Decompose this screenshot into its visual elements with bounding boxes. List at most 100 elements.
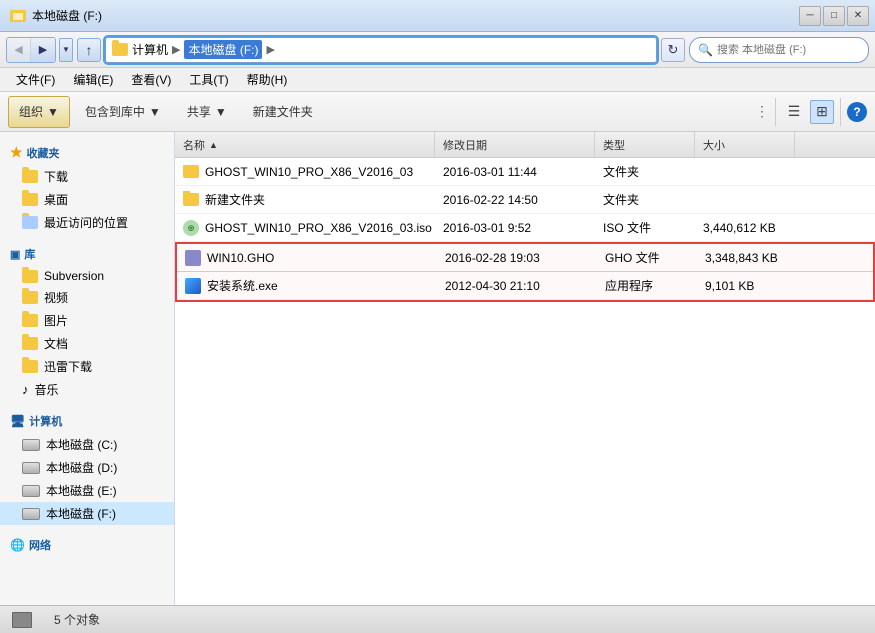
file-date-cell: 2016-03-01 9:52 (435, 221, 595, 235)
star-icon: ★ (10, 144, 23, 161)
file-name-cell: GHOST_WIN10_PRO_X86_V2016_03 (175, 165, 435, 179)
title-bar: 本地磁盘 (F:) ─ □ ✕ (0, 0, 875, 32)
organize-button[interactable]: 组织 ▼ (8, 96, 70, 128)
computer-icon (112, 43, 128, 56)
share-label: 共享 (187, 103, 211, 120)
file-size-cell: 3,348,843 KB (697, 251, 797, 265)
share-button[interactable]: 共享 ▼ (176, 96, 238, 128)
sidebar-item-download[interactable]: 下载 (0, 165, 174, 188)
file-size-cell: 9,101 KB (697, 279, 797, 293)
menu-view[interactable]: 查看(V) (123, 69, 179, 90)
file-name-cell: WIN10.GHO (177, 250, 437, 266)
sidebar-item-thunder[interactable]: 迅雷下载 (0, 355, 174, 378)
file-type-cell: GHO 文件 (597, 249, 697, 266)
minimize-button[interactable]: ─ (799, 6, 821, 26)
menu-file[interactable]: 文件(F) (8, 69, 63, 90)
view-detail-button[interactable]: ⊞ (810, 100, 834, 124)
file-type-cell: 文件夹 (595, 163, 695, 180)
organize-label: 组织 (19, 103, 43, 120)
sidebar-item-drive-f[interactable]: 本地磁盘 (F:) (0, 502, 174, 525)
sidebar-item-video[interactable]: 视频 (0, 286, 174, 309)
table-row[interactable]: GHOST_WIN10_PRO_X86_V2016_03 2016-03-01 … (175, 158, 875, 186)
folder-icon (22, 270, 38, 283)
sidebar-item-drive-c[interactable]: 本地磁盘 (C:) (0, 433, 174, 456)
menu-tools[interactable]: 工具(T) (181, 69, 236, 90)
computer-icon-sm: 🖥 (10, 414, 25, 428)
menu-edit[interactable]: 编辑(E) (65, 69, 121, 90)
forward-button[interactable]: ▶ (31, 38, 55, 62)
path-separator-1: ▶ (172, 43, 180, 56)
file-date-cell: 2016-03-01 11:44 (435, 165, 595, 179)
nav-dropdown-button[interactable]: ▼ (59, 38, 73, 62)
folder-icon (22, 314, 38, 327)
view-list-button[interactable]: ☰ (782, 100, 806, 124)
sidebar-network-title[interactable]: 🌐 网络 (0, 533, 174, 557)
toolbar: 组织 ▼ 包含到库中 ▼ 共享 ▼ 新建文件夹 ⋮ ☰ ⊞ ? (0, 92, 875, 132)
gho-icon (185, 250, 201, 266)
new-folder-label: 新建文件夹 (253, 103, 313, 120)
col-header-date[interactable]: 修改日期 (435, 132, 595, 157)
sidebar-computer-title[interactable]: 🖥 计算机 (0, 409, 174, 433)
search-input[interactable] (717, 44, 860, 56)
file-size-cell: 3,440,612 KB (695, 221, 795, 235)
toolbar-dots: ⋮ (755, 103, 769, 120)
iso-icon: ◎ (183, 220, 199, 236)
include-library-arrow: ▼ (149, 105, 161, 119)
col-header-name[interactable]: 名称 ▲ (175, 132, 435, 157)
menu-help[interactable]: 帮助(H) (239, 69, 296, 90)
col-header-type[interactable]: 类型 (595, 132, 695, 157)
toolbar-separator-2 (840, 98, 841, 126)
file-date-cell: 2016-02-22 14:50 (435, 193, 595, 207)
file-date-cell: 2016-02-28 19:03 (437, 251, 597, 265)
file-date-cell: 2012-04-30 21:10 (437, 279, 597, 293)
help-button[interactable]: ? (847, 102, 867, 122)
include-library-button[interactable]: 包含到库中 ▼ (74, 96, 172, 128)
library-icon: ▣ (10, 248, 20, 261)
up-button[interactable]: ↑ (77, 38, 101, 62)
folder-icon (22, 170, 38, 183)
sidebar-item-desktop[interactable]: 桌面 (0, 188, 174, 211)
status-drive-icon (12, 612, 32, 628)
sidebar-libraries-title[interactable]: ▣ 库 (0, 242, 174, 266)
refresh-button[interactable]: ↻ (661, 38, 685, 62)
sidebar-item-drive-d[interactable]: 本地磁盘 (D:) (0, 456, 174, 479)
music-icon: ♪ (22, 382, 29, 397)
col-header-size[interactable]: 大小 (695, 132, 795, 157)
new-folder-button[interactable]: 新建文件夹 (242, 96, 324, 128)
highlighted-group: WIN10.GHO 2016-02-28 19:03 GHO 文件 3,348,… (175, 242, 875, 302)
search-icon: 🔍 (698, 43, 713, 57)
folder-icon (22, 337, 38, 350)
sidebar-item-documents[interactable]: 文档 (0, 332, 174, 355)
include-library-label: 包含到库中 (85, 103, 145, 120)
address-path[interactable]: 计算机 ▶ 本地磁盘 (F:) ▶ (105, 37, 657, 63)
table-row[interactable]: ◎ GHOST_WIN10_PRO_X86_V2016_03.iso 2016-… (175, 214, 875, 242)
toolbar-right: ⋮ ☰ ⊞ ? (755, 98, 867, 126)
path-separator-2: ▶ (266, 43, 274, 56)
sidebar-item-subversion[interactable]: Subversion (0, 266, 174, 286)
close-button[interactable]: ✕ (847, 6, 869, 26)
folder-icon (22, 291, 38, 304)
file-name-cell: 安装系统.exe (177, 277, 437, 294)
status-count: 5 个对象 (54, 611, 100, 628)
sidebar-favorites-title[interactable]: ★ 收藏夹 (0, 140, 174, 165)
table-row[interactable]: WIN10.GHO 2016-02-28 19:03 GHO 文件 3,348,… (177, 244, 873, 272)
maximize-button[interactable]: □ (823, 6, 845, 26)
drive-icon (22, 462, 40, 474)
folder-icon (22, 360, 38, 373)
exe-icon (185, 278, 201, 294)
sidebar-item-recent[interactable]: 最近访问的位置 (0, 211, 174, 234)
sidebar-section-libraries: ▣ 库 Subversion 视频 图片 文档 迅雷下载 (0, 242, 174, 401)
table-row[interactable]: 新建文件夹 2016-02-22 14:50 文件夹 (175, 186, 875, 214)
network-icon: 🌐 (10, 538, 25, 552)
search-box[interactable]: 🔍 (689, 37, 869, 63)
file-name-cell: 新建文件夹 (175, 191, 435, 208)
toolbar-separator (775, 98, 776, 126)
back-button[interactable]: ◀ (7, 38, 31, 62)
folder-icon (183, 193, 199, 206)
folder-icon (22, 193, 38, 206)
folder-icon (22, 216, 38, 229)
sidebar-item-pictures[interactable]: 图片 (0, 309, 174, 332)
sidebar-item-music[interactable]: ♪ 音乐 (0, 378, 174, 401)
sidebar-item-drive-e[interactable]: 本地磁盘 (E:) (0, 479, 174, 502)
table-row[interactable]: 安装系统.exe 2012-04-30 21:10 应用程序 9,101 KB (177, 272, 873, 300)
